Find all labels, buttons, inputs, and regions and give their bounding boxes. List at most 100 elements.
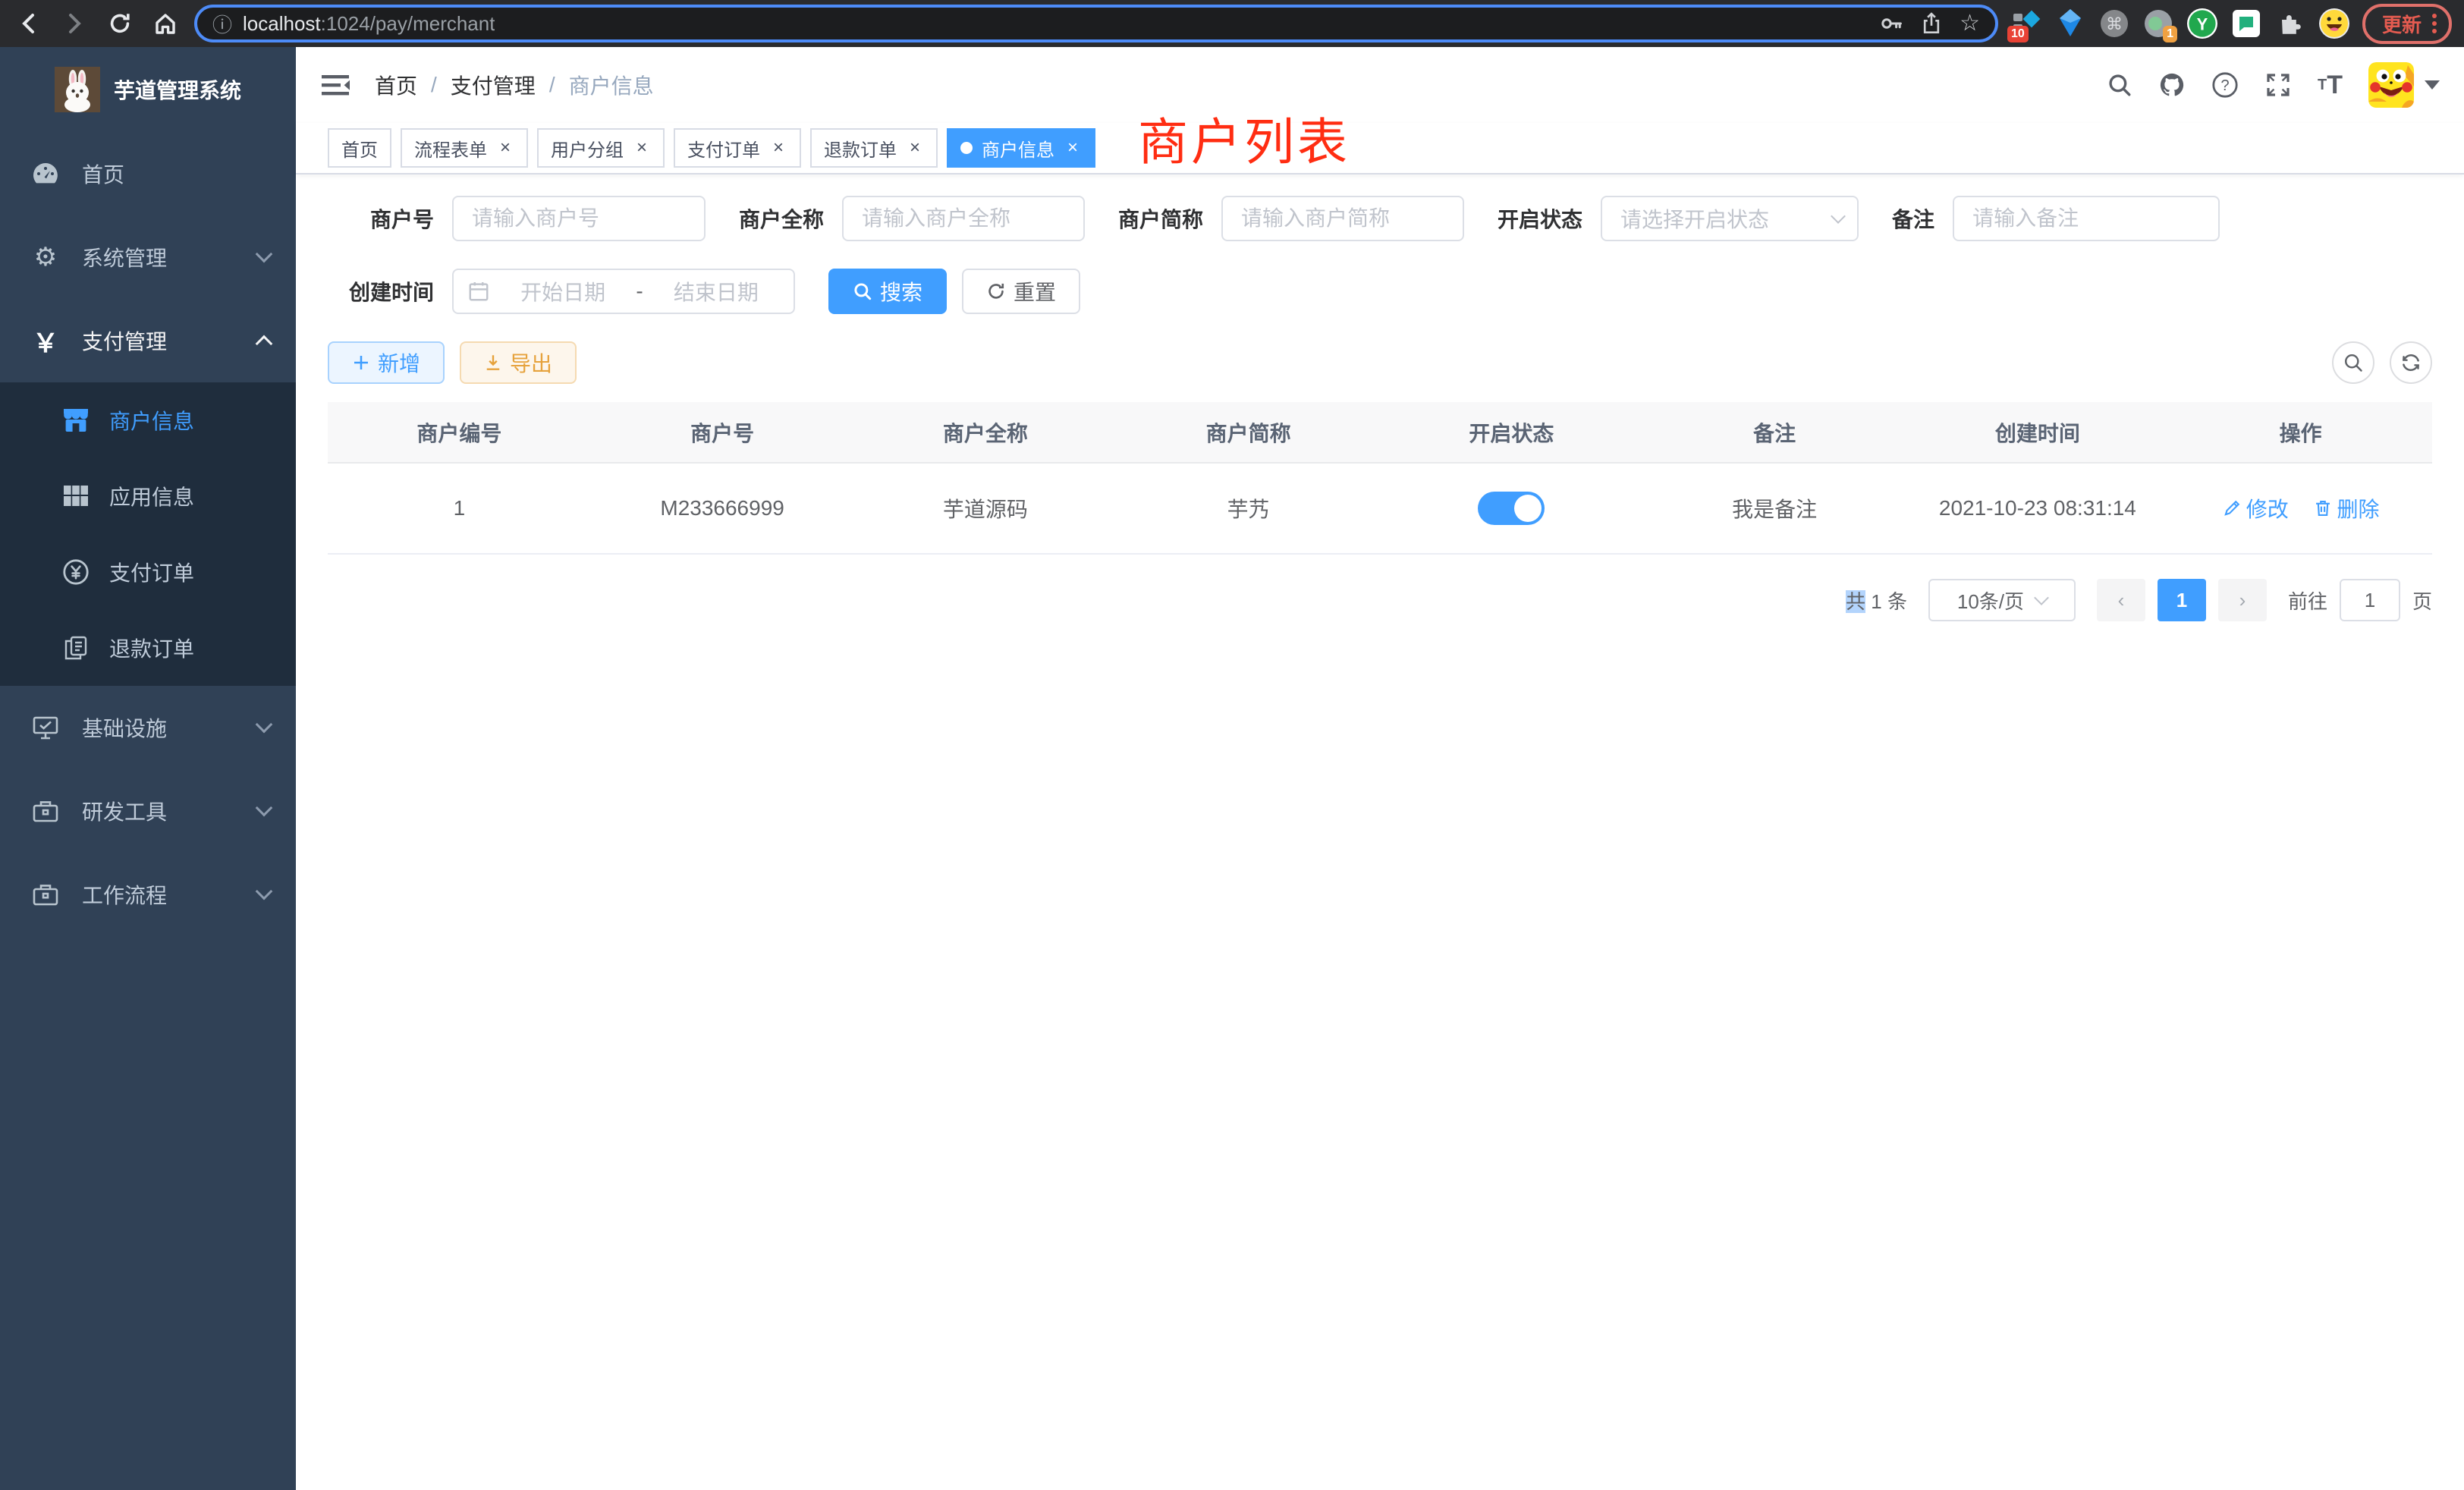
url-bar[interactable]: ⓘ localhost:1024/pay/merchant ☆ [194, 5, 1998, 42]
close-icon[interactable]: × [769, 137, 787, 159]
create-time-range-picker[interactable]: 开始日期 - 结束日期 [452, 269, 795, 314]
next-page-button[interactable]: › [2218, 579, 2267, 621]
monitor-icon [30, 715, 61, 740]
share-icon[interactable] [1920, 11, 1943, 36]
close-icon[interactable]: × [1064, 137, 1082, 159]
short-name-input[interactable] [1221, 196, 1464, 241]
browser-reload-icon[interactable] [103, 7, 137, 40]
avatar [2368, 62, 2414, 108]
tab-home[interactable]: 首页 [328, 128, 391, 168]
user-menu[interactable] [2368, 62, 2440, 108]
refresh-icon [986, 281, 1006, 301]
browser-back-icon[interactable] [12, 7, 46, 40]
breadcrumb-section[interactable]: 支付管理 [451, 70, 536, 100]
tab-user-group[interactable]: 用户分组 × [537, 128, 665, 168]
url-text: localhost:1024/pay/merchant [243, 12, 495, 36]
end-date-placeholder: 结束日期 [652, 276, 780, 306]
profile-emoji-icon[interactable] [2318, 8, 2350, 39]
goto-page-input[interactable] [2340, 579, 2400, 621]
close-icon[interactable]: × [496, 137, 514, 159]
refresh-table-button[interactable] [2390, 341, 2432, 384]
page-1-button[interactable]: 1 [2158, 579, 2206, 621]
export-button[interactable]: 导出 [460, 341, 577, 384]
font-size-icon[interactable]: TT [2318, 71, 2343, 100]
tab-label: 商户信息 [982, 135, 1054, 162]
search-button[interactable]: 搜索 [828, 269, 947, 314]
th-created: 创建时间 [1906, 402, 2170, 463]
sidebar-item-system[interactable]: ⚙ 系统管理 [0, 215, 296, 299]
tags-view-bar: 首页 流程表单 × 用户分组 × 支付订单 × 退款订单 × 商户信息 × [296, 123, 2464, 174]
table-toolbar: 新增 导出 [328, 341, 2432, 384]
sidebar-item-home[interactable]: 首页 [0, 132, 296, 215]
merchant-no-label: 商户号 [328, 203, 434, 234]
delete-link[interactable]: 删除 [2313, 493, 2380, 523]
app-logo[interactable]: 芋道管理系统 [0, 47, 296, 132]
full-name-input[interactable] [842, 196, 1085, 241]
grid-icon [61, 485, 91, 508]
browser-menu-icon[interactable] [2432, 14, 2437, 33]
header-search-icon[interactable] [2107, 72, 2132, 98]
extension-recorder-icon[interactable]: 1 [2142, 8, 2174, 39]
breadcrumb-separator: / [431, 73, 437, 97]
tab-pay-order[interactable]: 支付订单 × [674, 128, 801, 168]
sidebar-fold-icon[interactable] [320, 71, 350, 99]
fullscreen-icon[interactable] [2264, 71, 2292, 99]
cell-merchant-id: 1 [328, 463, 591, 554]
extension-chat-icon[interactable] [2230, 8, 2262, 39]
sidebar-item-workflow[interactable]: 工作流程 [0, 853, 296, 936]
bookmark-star-icon[interactable]: ☆ [1960, 12, 1980, 35]
tab-label: 退款订单 [824, 135, 897, 162]
tab-refund-order[interactable]: 退款订单 × [810, 128, 938, 168]
sidebar-item-pay-order[interactable]: 支付订单 [0, 534, 296, 610]
sidebar-item-label: 首页 [82, 159, 124, 189]
sidebar-item-merchant-info[interactable]: 商户信息 [0, 382, 296, 458]
close-icon[interactable]: × [906, 137, 924, 159]
extension-gem-icon[interactable] [2054, 8, 2086, 39]
tab-flow-form[interactable]: 流程表单 × [401, 128, 528, 168]
sidebar-item-app-info[interactable]: 应用信息 [0, 458, 296, 534]
extensions-row: 10 ⌘ 1 Y [2010, 8, 2350, 39]
extensions-puzzle-icon[interactable] [2274, 8, 2306, 39]
site-info-icon[interactable]: ⓘ [212, 10, 232, 38]
browser-update-button[interactable]: 更新 [2362, 4, 2452, 44]
extension-monkey-icon[interactable]: 10 [2010, 8, 2042, 39]
breadcrumb-home[interactable]: 首页 [375, 70, 417, 100]
toggle-knob [1514, 495, 1542, 522]
svg-text:?: ? [2220, 77, 2229, 94]
extension-badge: 1 [2163, 26, 2177, 42]
remark-input[interactable] [1953, 196, 2220, 241]
tab-merchant-info[interactable]: 商户信息 × [947, 128, 1095, 168]
range-separator: - [636, 279, 643, 303]
status-select[interactable]: 请选择开启状态 [1601, 196, 1859, 241]
merchant-no-input[interactable] [452, 196, 706, 241]
help-icon[interactable]: ? [2211, 71, 2239, 99]
sidebar-item-dev-tools[interactable]: 研发工具 [0, 769, 296, 853]
th-short-name: 商户简称 [1117, 402, 1380, 463]
yen-icon: ￥ [30, 322, 61, 360]
page-size-select[interactable]: 10条/页 [1928, 579, 2076, 621]
payment-submenu: 商户信息 应用信息 支付订单 退款订单 [0, 382, 296, 686]
browser-forward-icon[interactable] [58, 7, 91, 40]
sidebar-item-infrastructure[interactable]: 基础设施 [0, 686, 296, 769]
edit-link[interactable]: 修改 [2222, 493, 2289, 523]
table-row: 1 M233666999 芋道源码 芋艿 我是备注 2021-10-23 08:… [328, 463, 2432, 554]
th-full-name: 商户全称 [854, 402, 1117, 463]
toggle-search-button[interactable] [2332, 341, 2374, 384]
sidebar-item-payment[interactable]: ￥ 支付管理 [0, 299, 296, 382]
tab-label: 流程表单 [414, 135, 487, 162]
browser-home-icon[interactable] [149, 7, 182, 40]
github-icon[interactable] [2158, 71, 2186, 99]
extension-command-icon[interactable]: ⌘ [2098, 8, 2130, 39]
close-icon[interactable]: × [633, 137, 651, 159]
add-button[interactable]: 新增 [328, 341, 445, 384]
top-navbar: 首页 / 支付管理 / 商户信息 ? T [296, 47, 2464, 123]
annotation-merchant-list: 商户列表 [1138, 102, 1350, 174]
sidebar-item-refund-order[interactable]: 退款订单 [0, 610, 296, 686]
password-key-icon[interactable] [1879, 11, 1903, 36]
reset-button[interactable]: 重置 [962, 269, 1080, 314]
add-button-label: 新增 [378, 347, 420, 378]
merchant-table: 商户编号 商户号 商户全称 商户简称 开启状态 备注 创建时间 操作 1 M23… [328, 402, 2432, 555]
extension-y-icon[interactable]: Y [2186, 8, 2218, 39]
status-toggle[interactable] [1478, 492, 1545, 525]
prev-page-button[interactable]: ‹ [2097, 579, 2145, 621]
